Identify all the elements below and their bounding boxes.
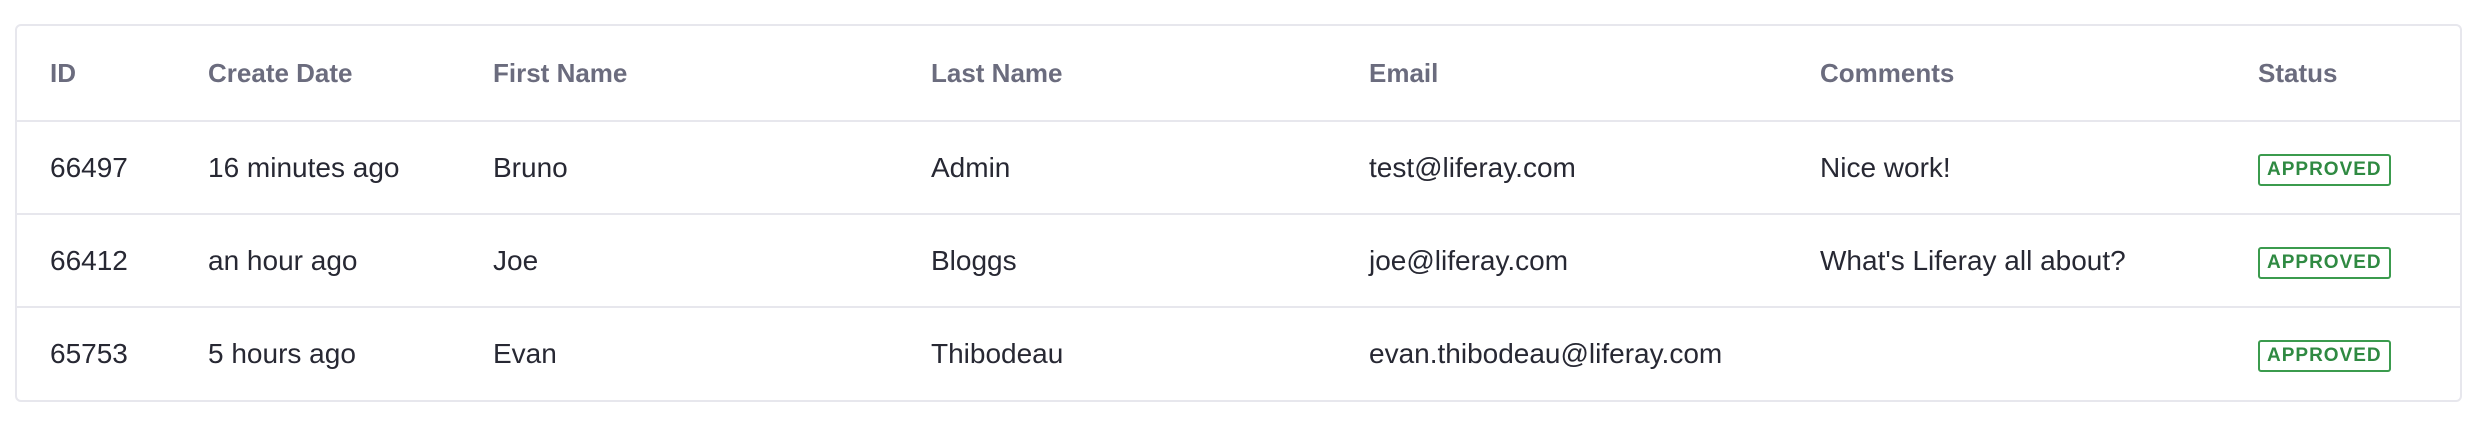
column-header-comments[interactable]: Comments bbox=[1787, 26, 2225, 122]
submissions-table: ID Create Date First Name Last Name Emai… bbox=[17, 26, 2460, 400]
column-header-create-date[interactable]: Create Date bbox=[175, 26, 460, 122]
cell-comments bbox=[1787, 307, 2225, 400]
cell-first-name: Bruno bbox=[460, 121, 898, 215]
cell-last-name: Thibodeau bbox=[931, 338, 1064, 369]
cell-id: 66412 bbox=[17, 214, 175, 308]
cell-id: 65753 bbox=[50, 338, 128, 369]
cell-first-name: Evan bbox=[493, 338, 557, 369]
column-header-first-name[interactable]: First Name bbox=[460, 26, 898, 122]
cell-last-name: Admin bbox=[898, 121, 1336, 215]
cell-create-date: an hour ago bbox=[175, 214, 460, 308]
column-header-status[interactable]: Status bbox=[2225, 26, 2460, 122]
cell-status: APPROVED bbox=[2225, 307, 2460, 400]
column-header-last-name[interactable]: Last Name bbox=[898, 26, 1336, 122]
status-badge: APPROVED bbox=[2258, 153, 2391, 186]
cell-last-name: Bloggs bbox=[898, 214, 1336, 308]
cell-email: evan.thibodeau@liferay.com bbox=[1369, 338, 1723, 369]
status-badge: APPROVED bbox=[2258, 246, 2391, 279]
cell-id: 66497 bbox=[17, 121, 175, 215]
cell-email: joe@liferay.com bbox=[1336, 214, 1787, 308]
cell-comments: What's Liferay all about? bbox=[1787, 214, 2225, 308]
cell-first-name: Joe bbox=[460, 214, 898, 308]
cell-status: APPROVED bbox=[2225, 121, 2460, 215]
submissions-table-card: ID Create Date First Name Last Name Emai… bbox=[15, 24, 2462, 402]
table-body: 66497 16 minutes ago Bruno Admin test@li… bbox=[17, 121, 2460, 400]
column-header-email[interactable]: Email bbox=[1336, 26, 1787, 122]
cell-create-date: 16 minutes ago bbox=[175, 121, 460, 215]
column-header-id[interactable]: ID bbox=[17, 26, 175, 122]
cell-create-date: 5 hours ago bbox=[208, 338, 356, 369]
cell-comments: Nice work! bbox=[1787, 121, 2225, 215]
table-row[interactable]: 66412 an hour ago Joe Bloggs joe@liferay… bbox=[17, 214, 2460, 308]
table-row[interactable]: 65753 5 hours ago Evan Thibodeau evan.th… bbox=[17, 307, 2460, 400]
table-header-row: ID Create Date First Name Last Name Emai… bbox=[17, 26, 2460, 122]
cell-status: APPROVED bbox=[2225, 214, 2460, 308]
table-row[interactable]: 66497 16 minutes ago Bruno Admin test@li… bbox=[17, 121, 2460, 215]
status-badge: APPROVED bbox=[2258, 340, 2391, 372]
table-header: ID Create Date First Name Last Name Emai… bbox=[17, 26, 2460, 122]
cell-email: test@liferay.com bbox=[1336, 121, 1787, 215]
